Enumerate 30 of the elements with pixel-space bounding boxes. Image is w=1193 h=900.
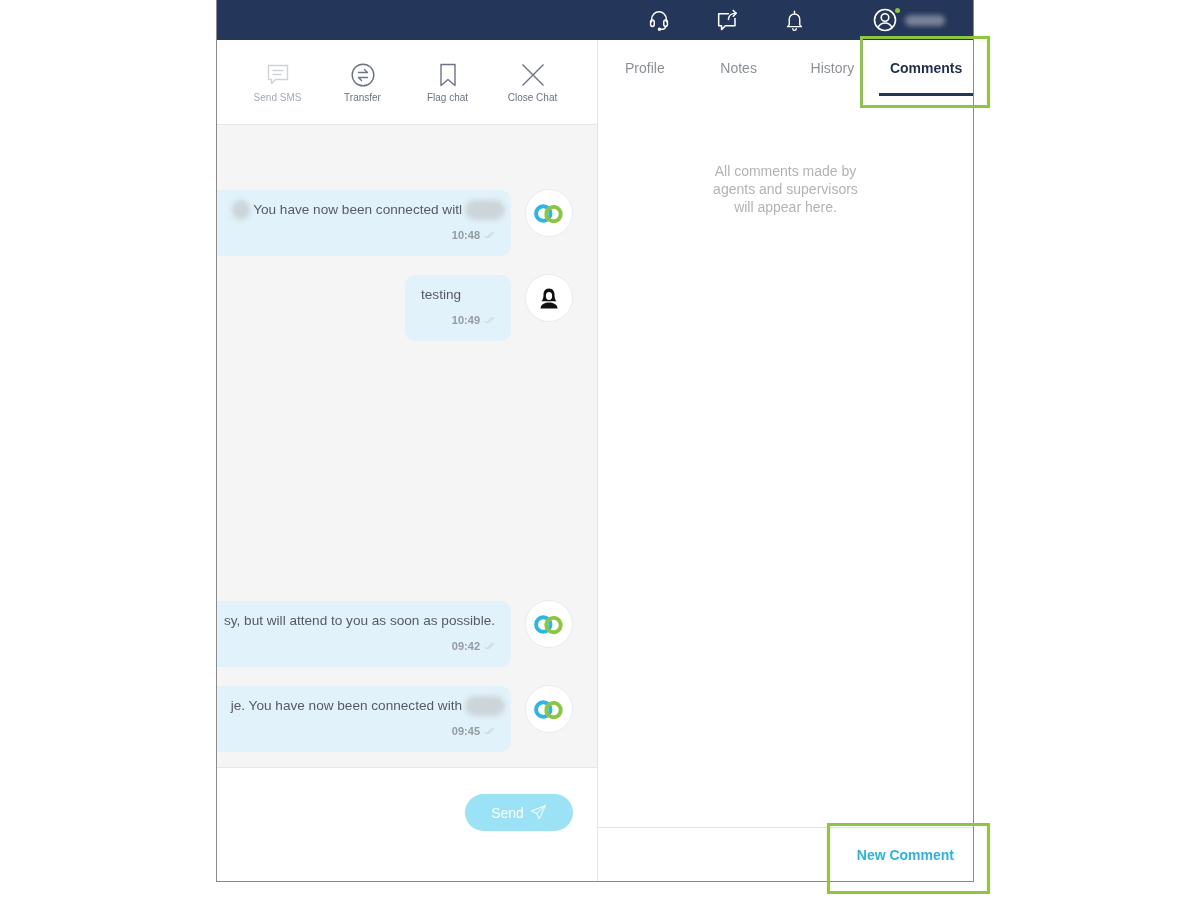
message-time: 09:42 [451, 639, 480, 653]
close-icon [520, 63, 545, 87]
double-check-icon [484, 316, 495, 324]
transfer-arrows-icon [350, 63, 375, 87]
double-check-icon [484, 231, 495, 239]
message-time: 10:49 [451, 313, 480, 327]
message-time: 10:48 [451, 228, 480, 242]
headset-icon[interactable] [648, 8, 670, 32]
paper-plane-icon [529, 804, 547, 821]
message-text: je. You have now been connected with [230, 697, 462, 715]
double-check-icon [484, 727, 495, 735]
message-text: sy, but will attend to you as soon as possible. [223, 612, 495, 630]
double-check-icon [484, 642, 495, 650]
close-chat-button[interactable]: Close Chat [490, 63, 575, 103]
tab[interactable]: Profile [598, 40, 692, 96]
chat-bubble-arrow-icon[interactable] [716, 8, 739, 32]
transfer-button[interactable]: Transfer [320, 63, 405, 103]
speech-bubble-icon [265, 63, 290, 87]
tab[interactable]: History [785, 40, 880, 96]
bell-icon[interactable] [784, 8, 805, 32]
message-time: 09:45 [451, 724, 480, 738]
user-icon[interactable] [873, 8, 897, 32]
redaction-blur [905, 14, 945, 26]
message-text: testing [421, 286, 462, 304]
tab[interactable]: Notes [691, 40, 786, 96]
new-comment-link[interactable]: New Comment [841, 838, 969, 871]
flag-chat-button[interactable]: Flag chat [405, 63, 490, 103]
tab[interactable]: Comments [879, 40, 973, 96]
empty-state-text: All comments made by agents and supervisors will appear here. [712, 162, 859, 216]
message-text: You have now been connected witl [253, 201, 462, 219]
